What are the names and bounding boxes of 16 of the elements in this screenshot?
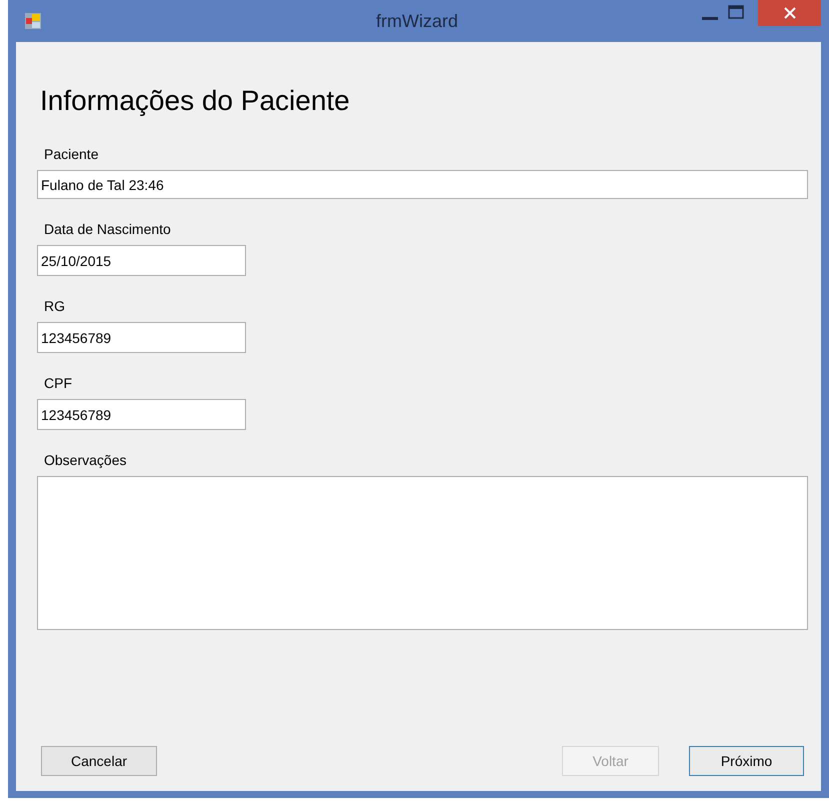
wizard-button[interactable]: Cancelar <box>41 746 157 776</box>
close-button[interactable] <box>758 0 821 26</box>
text-field[interactable]: 25/10/2015 <box>37 245 246 276</box>
field-label: CPF <box>44 374 73 393</box>
wizard-button[interactable]: Próximo <box>689 746 804 776</box>
field-label: Observações <box>44 451 128 470</box>
close-icon <box>784 7 796 19</box>
window-title: frmWizard <box>376 10 458 32</box>
field-label: Data de Nascimento <box>44 220 172 239</box>
field-label: Paciente <box>44 145 100 164</box>
text-field[interactable]: Fulano de Tal 23:46 <box>37 170 808 199</box>
text-field[interactable]: 123456789 <box>37 399 246 430</box>
page-heading: Informações do Paciente <box>40 84 351 118</box>
field-label: RG <box>44 297 66 316</box>
text-field[interactable]: 123456789 <box>37 322 246 353</box>
app-icon <box>25 13 41 29</box>
